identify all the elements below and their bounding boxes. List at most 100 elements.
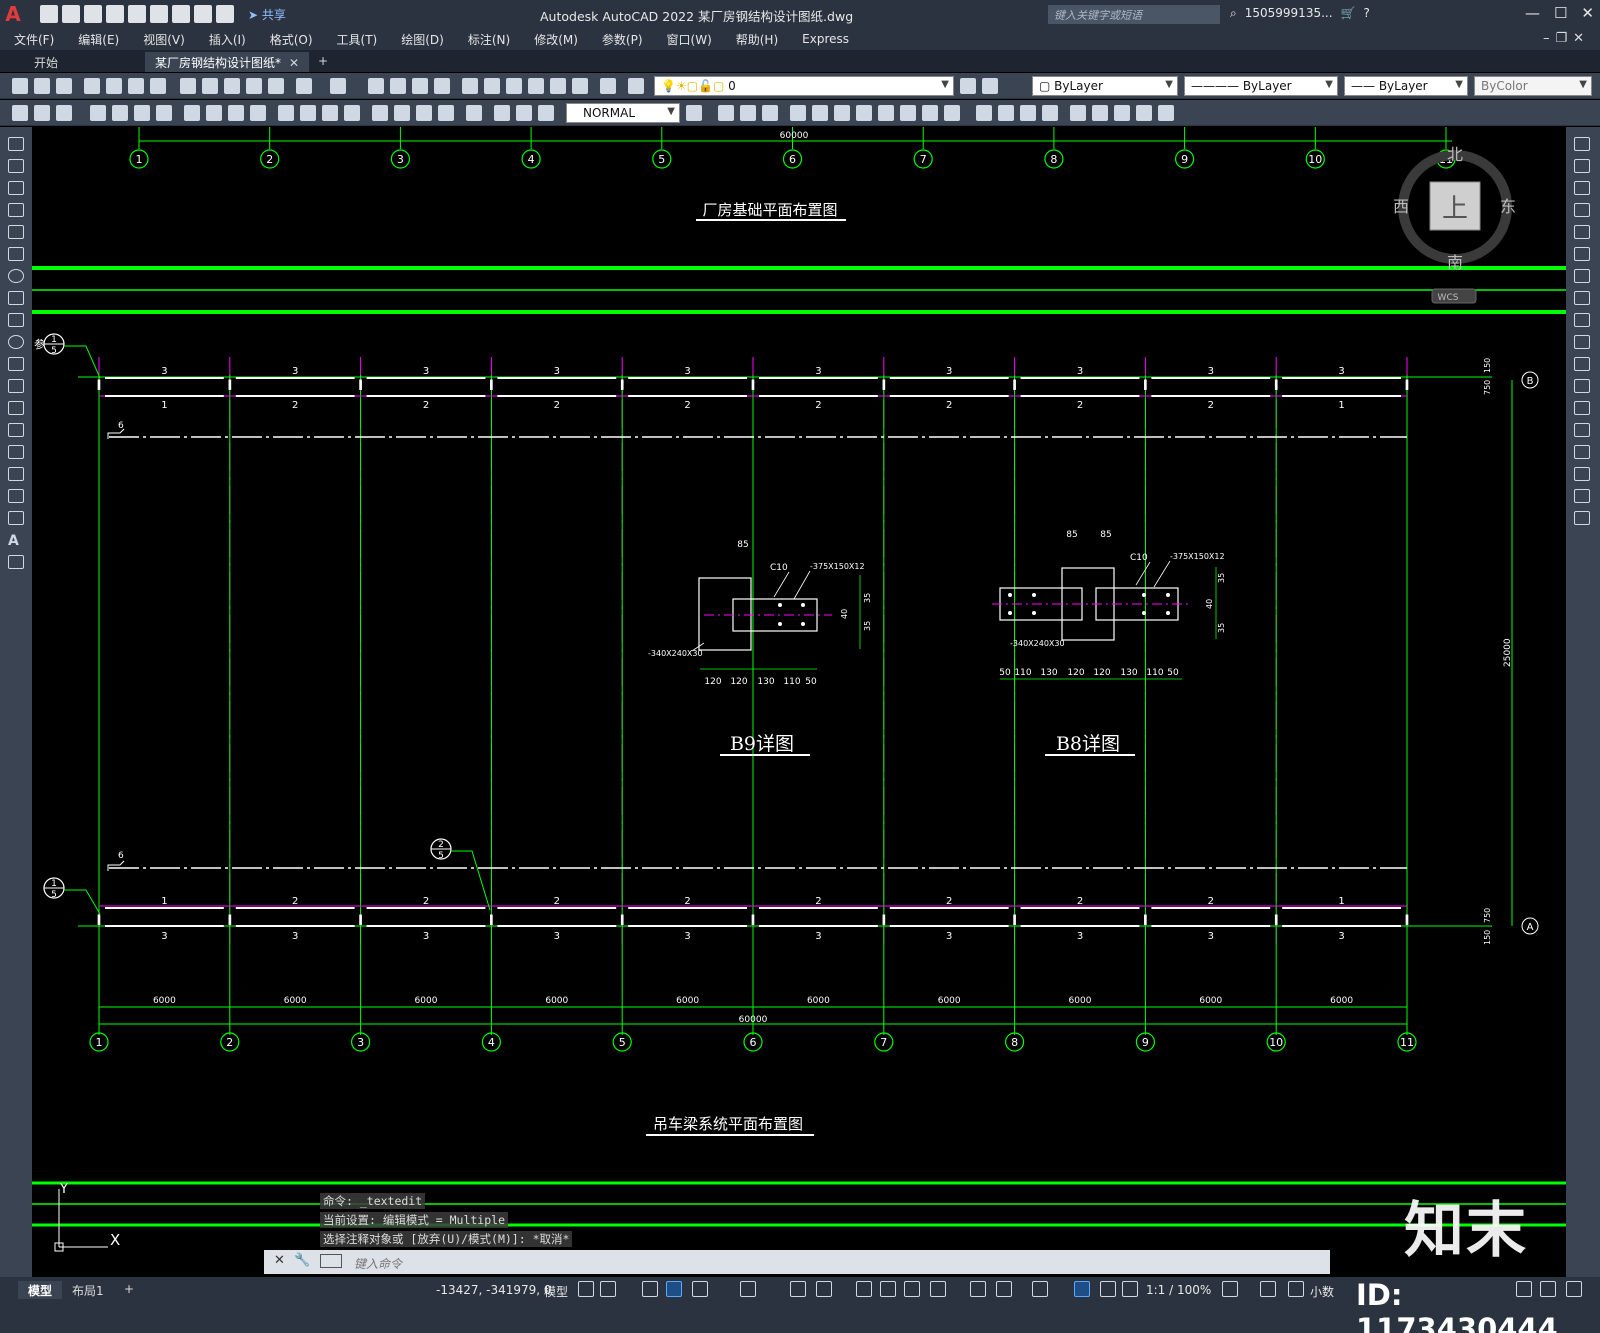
- dim-diameter-icon[interactable]: [156, 105, 172, 121]
- object-snap-tracking-icon[interactable]: [790, 1281, 806, 1297]
- dim-style-icon[interactable]: [686, 105, 702, 121]
- text-style-dropdown[interactable]: NORMAL ▼: [566, 103, 680, 123]
- viewcube-west-label[interactable]: 西: [1393, 197, 1409, 216]
- make-current-layer-icon[interactable]: [960, 78, 976, 94]
- coordinate-readout[interactable]: -13427, -341979, 0: [436, 1283, 552, 1297]
- inspection-icon[interactable]: [372, 105, 388, 121]
- fillet-icon[interactable]: [1574, 467, 1590, 481]
- dim-update-icon[interactable]: [466, 105, 482, 121]
- copy-icon[interactable]: [202, 78, 218, 94]
- auto-scale-icon[interactable]: [1100, 1281, 1116, 1297]
- menu-window[interactable]: 窗口(W): [667, 31, 712, 48]
- tab-model[interactable]: 模型: [18, 1281, 63, 1299]
- join-icon[interactable]: [1574, 423, 1590, 437]
- menu-file[interactable]: 文件(F): [14, 31, 54, 48]
- dim-space-icon[interactable]: [278, 105, 294, 121]
- make-block-icon[interactable]: [8, 401, 24, 415]
- selection-cycling-icon[interactable]: [904, 1281, 920, 1297]
- tab-close-icon[interactable]: ✕: [289, 56, 299, 70]
- user-account[interactable]: ⌕ 1505999135... 🛒 ?: [1230, 6, 1370, 21]
- polyline-icon[interactable]: [8, 181, 24, 195]
- add-layout-button[interactable]: +: [114, 1281, 144, 1299]
- search-icon[interactable]: ⌕: [1230, 6, 1237, 21]
- point-icon[interactable]: [8, 423, 24, 437]
- calculator-icon[interactable]: [572, 78, 588, 94]
- properties-icon[interactable]: [462, 78, 478, 94]
- explode-icon[interactable]: [1020, 105, 1036, 121]
- model-space-toggle[interactable]: 模型: [544, 1283, 568, 1300]
- redo-icon[interactable]: [330, 78, 346, 94]
- extend-icon[interactable]: [1574, 357, 1590, 371]
- line-icon[interactable]: [8, 137, 24, 151]
- draworder-icon[interactable]: [1070, 105, 1086, 121]
- menu-modify[interactable]: 修改(M): [534, 31, 578, 48]
- dim-ordinate-icon[interactable]: [90, 105, 106, 121]
- dim-baseline-icon[interactable]: [228, 105, 244, 121]
- ortho-icon[interactable]: [666, 1281, 682, 1297]
- gizmo-icon[interactable]: [1032, 1281, 1048, 1297]
- array-icon[interactable]: [790, 105, 806, 121]
- open-icon[interactable]: [34, 78, 50, 94]
- dim-radius-icon[interactable]: [112, 105, 128, 121]
- dim-edit-icon[interactable]: [416, 105, 432, 121]
- break-icon[interactable]: [944, 105, 960, 121]
- construction-line-icon[interactable]: [8, 159, 24, 173]
- offset-icon[interactable]: [1574, 203, 1590, 217]
- add-selected-icon[interactable]: [8, 555, 24, 569]
- menu-view[interactable]: 视图(V): [143, 31, 185, 48]
- menu-dimension[interactable]: 标注(N): [468, 31, 510, 48]
- layer-dropdown[interactable]: 💡☀▢🔓▢ 0 ▼: [654, 76, 954, 96]
- zoom-realtime-icon[interactable]: [390, 78, 406, 94]
- lineweight-icon[interactable]: [856, 1281, 872, 1297]
- center-mark-icon[interactable]: [344, 105, 360, 121]
- linetype-dropdown[interactable]: ———— ByLayer ▼: [1184, 76, 1338, 96]
- command-prompt-icon[interactable]: [320, 1254, 342, 1268]
- rotate-icon[interactable]: [834, 105, 850, 121]
- hatch-back-icon[interactable]: [1158, 105, 1174, 121]
- rotate-icon[interactable]: [1574, 269, 1590, 283]
- plot-icon[interactable]: [172, 5, 190, 23]
- copy-object-icon[interactable]: [718, 105, 734, 121]
- gradient-icon[interactable]: [8, 467, 24, 481]
- object-snap-icon[interactable]: [816, 1281, 832, 1297]
- tab-layout1[interactable]: 布局1: [62, 1281, 114, 1299]
- region-icon[interactable]: [8, 489, 24, 503]
- revision-cloud-icon[interactable]: [8, 291, 24, 305]
- zoom-window-icon[interactable]: [412, 78, 428, 94]
- tool-palettes-icon[interactable]: [506, 78, 522, 94]
- dim-angular-icon[interactable]: [184, 105, 200, 121]
- bring-front-icon[interactable]: [1092, 105, 1108, 121]
- open-file-icon[interactable]: [62, 5, 80, 23]
- scale-icon[interactable]: [856, 105, 872, 121]
- isometric-icon[interactable]: [740, 1281, 756, 1297]
- cut-icon[interactable]: [180, 78, 196, 94]
- undo-icon[interactable]: [194, 5, 212, 23]
- autocad-logo-icon[interactable]: A: [0, 1, 26, 27]
- ellipse-icon[interactable]: [8, 335, 24, 349]
- dim-text-edit-icon[interactable]: [438, 105, 454, 121]
- offset-icon[interactable]: [762, 105, 778, 121]
- text-front-icon[interactable]: [1136, 105, 1152, 121]
- sheet-set-icon[interactable]: [528, 78, 544, 94]
- menu-tools[interactable]: 工具(T): [337, 31, 378, 48]
- fillet-icon[interactable]: [998, 105, 1014, 121]
- dim-break-icon[interactable]: [300, 105, 316, 121]
- zoom-previous-icon[interactable]: [434, 78, 450, 94]
- polar-tracking-icon[interactable]: [692, 1281, 708, 1297]
- tab-active-drawing[interactable]: 某厂房钢结构设计图纸* ✕: [145, 52, 310, 72]
- jogged-linear-icon[interactable]: [394, 105, 410, 121]
- tolerance-icon[interactable]: [322, 105, 338, 121]
- mirror-icon[interactable]: [740, 105, 756, 121]
- help-icon[interactable]: [600, 78, 616, 94]
- join-icon[interactable]: [1042, 105, 1058, 121]
- redo-icon[interactable]: [216, 5, 234, 23]
- menu-draw[interactable]: 绘图(D): [401, 31, 444, 48]
- move-icon[interactable]: [1574, 247, 1590, 261]
- trim-icon[interactable]: [900, 105, 916, 121]
- 3d-osnap-icon[interactable]: [930, 1281, 946, 1297]
- arc-icon[interactable]: [8, 247, 24, 261]
- drawing-canvas[interactable]: 1 I I 1 2 I I 2 3 I I 3 4 I I 4 5 I I 5 6 I I 6 7 I I 7 8 I I 8 9 I I 9 10 I I…: [32, 127, 1566, 1277]
- extend-icon[interactable]: [922, 105, 938, 121]
- snap-icon[interactable]: [600, 1281, 616, 1297]
- units-icon[interactable]: [1288, 1281, 1304, 1297]
